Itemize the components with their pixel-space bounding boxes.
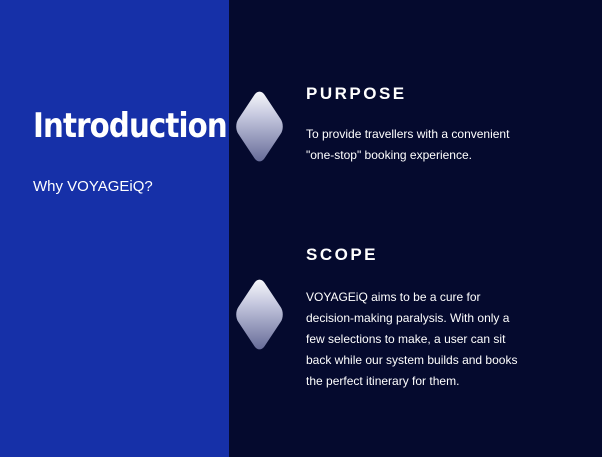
scope-heading: SCOPE: [306, 245, 379, 264]
page-title: Introduction: [33, 106, 228, 146]
page-subtitle: Why VOYAGEiQ?: [33, 178, 153, 195]
purpose-heading: PURPOSE: [306, 84, 407, 103]
purpose-text: To provide travellers with a convenient …: [306, 127, 510, 162]
intro-panel: Introduction Why VOYAGEiQ?: [0, 0, 229, 457]
scope-text: VOYAGEiQ aims to be a cure for decision-…: [306, 290, 518, 388]
